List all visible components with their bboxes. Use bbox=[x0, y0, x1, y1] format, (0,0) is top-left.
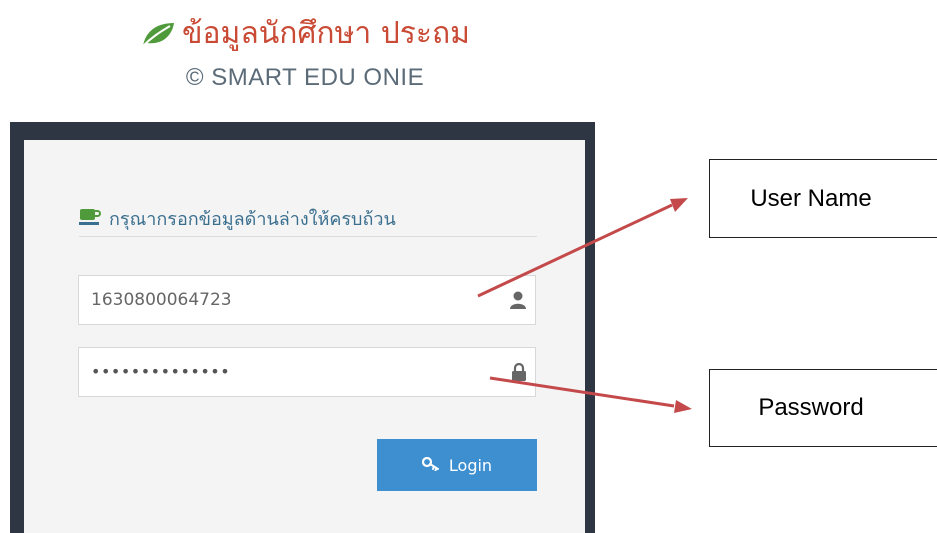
coffee-icon bbox=[79, 206, 101, 231]
divider bbox=[79, 236, 537, 237]
password-arrow-head bbox=[674, 400, 692, 413]
page-title: ข้อมูลนักศึกษา ประถม bbox=[140, 12, 470, 56]
username-value: 1630800064723 bbox=[91, 290, 232, 310]
lock-icon bbox=[511, 362, 527, 386]
password-annotation-label: Password bbox=[758, 394, 864, 421]
password-annotation-box: Password bbox=[709, 369, 937, 447]
username-arrow-head bbox=[670, 198, 688, 212]
key-icon bbox=[421, 456, 440, 475]
username-annotation-label: User Name bbox=[750, 184, 872, 212]
password-field[interactable]: •••••••••••••• bbox=[78, 347, 536, 397]
login-button[interactable]: Login bbox=[377, 439, 537, 491]
brand-header: ข้อมูลนักศึกษา ประถม © SMART EDU ONIE bbox=[0, 12, 610, 92]
page-title-text: ข้อมูลนักศึกษา ประถม bbox=[182, 16, 470, 51]
login-panel: กรุณากรอกข้อมูลด้านล่างให้ครบถ้วน 163080… bbox=[24, 140, 585, 533]
username-field[interactable]: 1630800064723 bbox=[78, 275, 536, 325]
leaf-icon bbox=[140, 20, 176, 48]
user-icon bbox=[509, 290, 527, 314]
password-value: •••••••••••••• bbox=[91, 362, 231, 381]
panel-heading: กรุณากรอกข้อมูลด้านล่างให้ครบถ้วน bbox=[79, 204, 396, 233]
copyright-text: © SMART EDU ONIE bbox=[185, 64, 425, 91]
panel-heading-text: กรุณากรอกข้อมูลด้านล่างให้ครบถ้วน bbox=[109, 209, 396, 230]
username-annotation-box: User Name bbox=[709, 159, 937, 238]
login-button-label: Login bbox=[448, 455, 493, 475]
